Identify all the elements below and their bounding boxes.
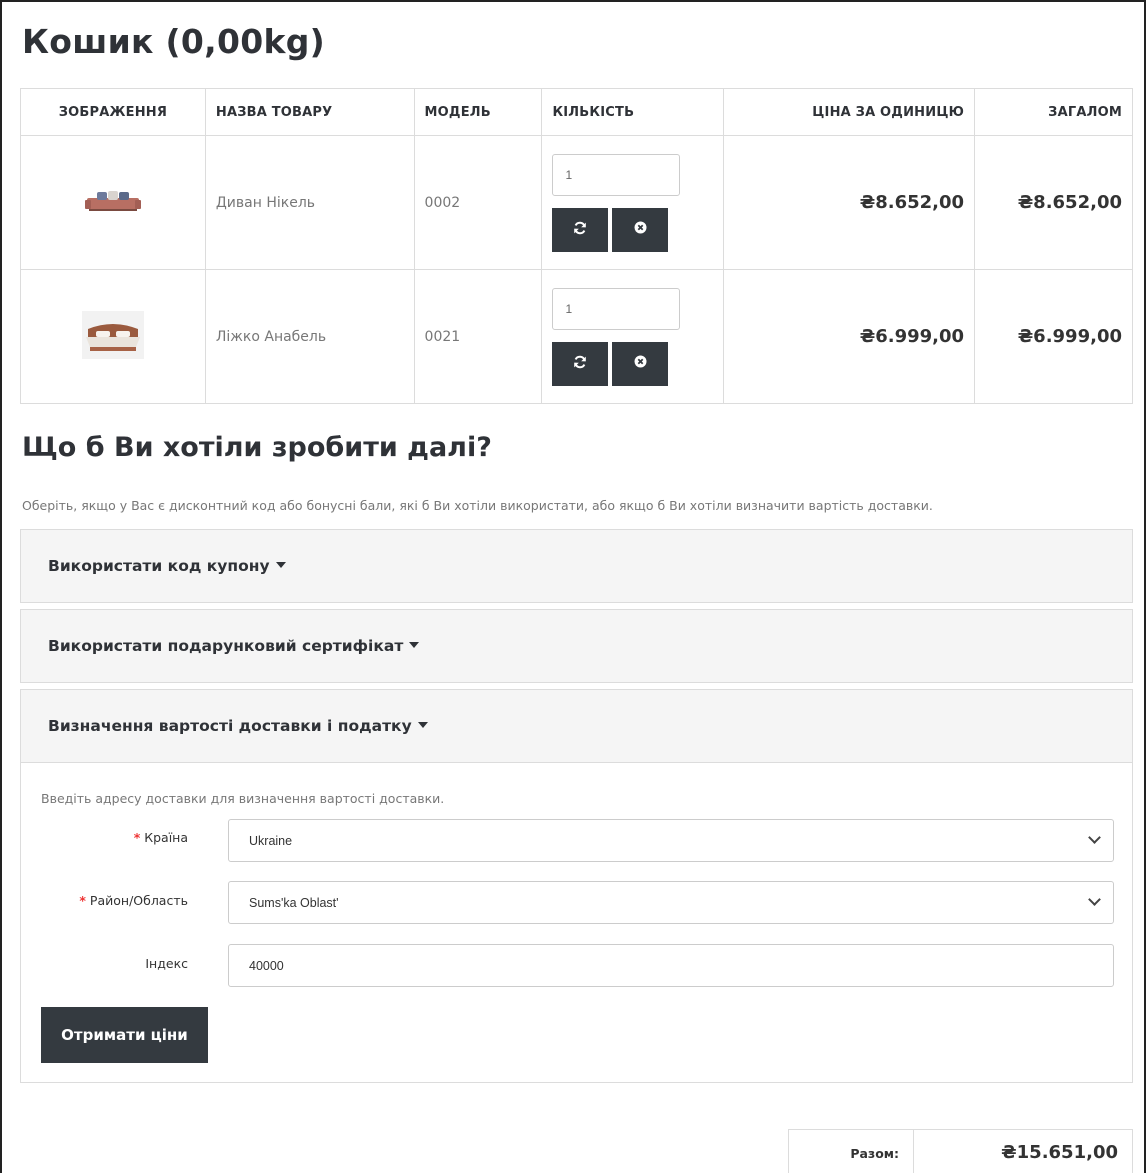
voucher-panel-title: Використати подарунковий сертифікат (48, 637, 404, 655)
remove-button[interactable] (612, 341, 669, 386)
next-steps-intro: Оберіть, якщо у Вас є дисконтний код або… (22, 498, 933, 513)
cart-summary: Разом: ₴15.651,00 (788, 1129, 1133, 1173)
page-title: Кошик (0,00kg) (22, 22, 326, 61)
required-mark: * (133, 830, 141, 845)
voucher-panel-toggle[interactable]: Використати подарунковий сертифікат (21, 610, 1132, 682)
shipping-form: Введіть адресу доставки для визначення в… (21, 762, 1132, 1082)
product-model: 0002 (413, 135, 543, 270)
sofa-image[interactable] (83, 189, 143, 213)
postcode-input[interactable]: 40000 (228, 944, 1114, 987)
header-image: ЗОБРАЖЕННЯ (20, 88, 206, 136)
caret-down-icon (417, 722, 428, 728)
required-mark: * (79, 893, 86, 908)
quantity-cell: 1 (541, 135, 725, 270)
chevron-down-icon (1088, 893, 1101, 906)
region-select[interactable]: Sums'ka Oblast' (228, 881, 1114, 924)
remove-circle-icon (634, 221, 647, 238)
line-total: ₴6.999,00 (974, 269, 1133, 404)
line-total: ₴8.652,00 (974, 135, 1133, 270)
next-steps-heading: Що б Ви хотіли зробити далі? (22, 432, 492, 463)
quantity-cell: 1 (541, 269, 725, 404)
summary-label: Разом: (788, 1129, 914, 1173)
coupon-panel-title: Використати код купону (48, 557, 270, 575)
table-row: Диван Нікель 0002 1 ₴8.652,00 ₴8.652,00 (20, 135, 1133, 270)
voucher-panel: Використати подарунковий сертифікат (20, 609, 1133, 683)
get-quotes-button[interactable]: Отримати ціни (41, 1007, 208, 1063)
shipping-panel-title: Визначення вартості доставки і податку (48, 717, 412, 735)
country-select[interactable]: Ukraine (228, 819, 1114, 862)
quantity-input[interactable]: 1 (552, 287, 681, 330)
product-model: 0021 (413, 269, 543, 404)
product-name[interactable]: Диван Нікель (204, 135, 415, 270)
quantity-input[interactable]: 1 (552, 153, 681, 196)
shipping-panel: Визначення вартості доставки і податку В… (20, 689, 1133, 1083)
product-image-cell (20, 269, 206, 404)
region-select-value: Sums'ka Oblast' (249, 895, 339, 910)
refresh-icon (573, 221, 587, 239)
update-button[interactable] (552, 341, 609, 386)
remove-circle-icon (634, 355, 647, 372)
table-row: Ліжко Анабель 0021 1 ₴6.999,00 ₴6.999,00 (20, 269, 1133, 404)
update-button[interactable] (552, 207, 609, 252)
refresh-icon (573, 355, 587, 373)
header-total: ЗАГАЛОМ (974, 88, 1133, 136)
header-quantity: КІЛЬКІСТЬ (541, 88, 725, 136)
chevron-down-icon (1088, 831, 1101, 844)
unit-price: ₴8.652,00 (723, 135, 976, 270)
region-label: * Район/Область (79, 893, 188, 908)
coupon-panel: Використати код купону (20, 529, 1133, 603)
header-unit-price: ЦІНА ЗА ОДИНИЦЮ (723, 88, 976, 136)
cart-header-row: ЗОБРАЖЕННЯ НАЗВА ТОВАРУ МОДЕЛЬ КІЛЬКІСТЬ… (20, 88, 1133, 136)
header-name: НАЗВА ТОВАРУ (204, 88, 415, 136)
country-select-value: Ukraine (249, 833, 293, 848)
summary-total: ₴15.651,00 (913, 1129, 1133, 1173)
summary-row: Разом: ₴15.651,00 (788, 1129, 1133, 1173)
product-name[interactable]: Ліжко Анабель (204, 269, 415, 404)
remove-button[interactable] (612, 207, 669, 252)
caret-down-icon (275, 562, 286, 568)
postcode-label: Індекс (145, 956, 188, 971)
bed-image[interactable] (81, 310, 144, 359)
shipping-panel-toggle[interactable]: Визначення вартості доставки і податку (21, 690, 1132, 762)
shipping-hint: Введіть адресу доставки для визначення в… (41, 791, 445, 806)
header-model: МОДЕЛЬ (413, 88, 543, 136)
product-image-cell (20, 135, 206, 270)
unit-price: ₴6.999,00 (723, 269, 976, 404)
cart-table: ЗОБРАЖЕННЯ НАЗВА ТОВАРУ МОДЕЛЬ КІЛЬКІСТЬ… (20, 88, 1133, 404)
country-label: * Країна (133, 830, 188, 845)
caret-down-icon (409, 642, 420, 648)
coupon-panel-toggle[interactable]: Використати код купону (21, 530, 1132, 602)
